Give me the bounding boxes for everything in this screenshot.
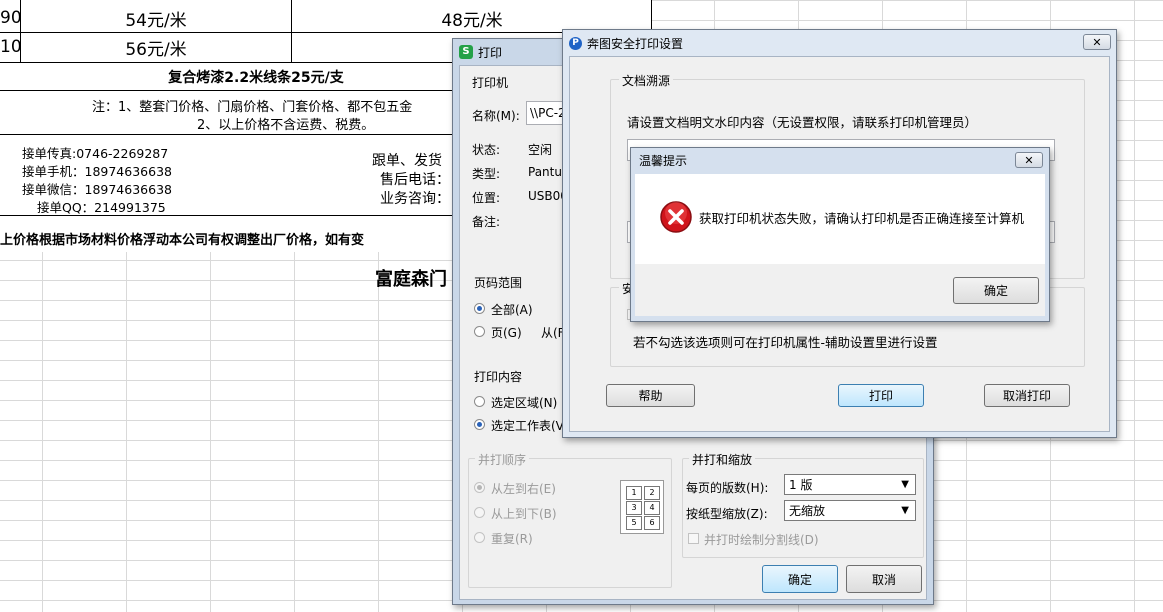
contact-follow: 跟单、发货 — [372, 153, 442, 169]
print-content-group-title: 打印内容 — [474, 370, 523, 384]
contact-business: 业务咨询： — [380, 191, 450, 207]
chevron-down-icon: ▼ — [901, 479, 909, 490]
scale-label: 按纸型缩放(Z): — [686, 507, 768, 521]
order-lr-radio[interactable] — [474, 482, 485, 493]
contact-qq: 接单QQ：214991375 — [37, 200, 166, 215]
alert-message-area: 获取打印机状态失败，请确认打印机是否正确连接至计算机 — [635, 174, 1045, 264]
alert-title: 温馨提示 — [639, 153, 688, 168]
row2-code[interactable]: 10 — [0, 33, 22, 61]
row1-price1[interactable]: 54元/米 — [21, 4, 291, 32]
watermark-prompt: 请设置文档明文水印内容（无设置权限，请联系打印机管理员） — [627, 115, 978, 130]
pages-per-sheet-label: 每页的版数(H): — [686, 481, 769, 495]
note-line-2: 2、以上价格不含运费、税费。 — [197, 118, 375, 133]
order-tb-label[interactable]: 从上到下(B) — [491, 505, 557, 522]
help-button[interactable]: 帮助 — [606, 384, 695, 407]
contact-wechat: 接单微信：18974636638 — [22, 182, 172, 197]
order-repeat-radio[interactable] — [474, 532, 485, 543]
page-order-preview-icon: 1 2 3 4 5 6 — [620, 480, 664, 534]
error-icon — [660, 201, 692, 233]
alert-titlebar[interactable]: 温馨提示 — [631, 148, 1049, 172]
pages-per-sheet-select[interactable]: 1 版 ▼ — [784, 474, 916, 495]
alert-dialog[interactable]: 温馨提示 ✕ 获取打印机状态失败，请确认打印机是否正确连接至计算机 确定 — [630, 147, 1050, 322]
pages-per-sheet-value: 1 版 — [789, 478, 813, 492]
trace-group-title: 文档溯源 — [619, 72, 674, 89]
page-range-pages-radio[interactable] — [474, 326, 485, 337]
company-title: 富庭森门 — [375, 269, 447, 290]
alert-message: 获取打印机状态失败，请确认打印机是否正确连接至计算机 — [699, 211, 1025, 226]
order-digit: 4 — [644, 501, 660, 515]
alert-close-icon[interactable]: ✕ — [1015, 152, 1043, 168]
page-range-all-radio[interactable] — [474, 303, 485, 314]
page-range-all-label[interactable]: 全部(A) — [491, 301, 533, 318]
order-tb-radio[interactable] — [474, 507, 485, 518]
chevron-down-icon: ▼ — [901, 505, 909, 516]
scale-group-title: 并打和缩放 — [689, 451, 756, 468]
order-digit: 5 — [626, 516, 642, 530]
contact-aftersale: 售后电话： — [380, 172, 450, 188]
scale-value: 无缩放 — [789, 504, 826, 518]
type-label: 类型: — [472, 167, 501, 181]
order-repeat-label[interactable]: 重复(R) — [491, 530, 533, 547]
note-line-1: 注：1、整套门价格、门扇价格、门套价格、都不包五金 — [92, 100, 413, 115]
order-group-title: 并打顺序 — [475, 451, 530, 468]
selection-label[interactable]: 选定区域(N) — [491, 394, 557, 411]
secure-print-title: 奔图安全打印设置 — [587, 36, 684, 51]
draw-dividers-checkbox[interactable] — [688, 533, 699, 544]
contact-mobile: 接单手机：18974636638 — [22, 164, 172, 179]
worksheet-label[interactable]: 选定工作表(V) — [491, 417, 569, 434]
page-range-group-title: 页码范围 — [474, 276, 523, 290]
page-range-pages-label[interactable]: 页(G) — [491, 324, 522, 341]
row2-price1[interactable]: 56元/米 — [21, 33, 291, 61]
comment-label: 备注: — [472, 215, 501, 229]
alert-ok-button[interactable]: 确定 — [953, 277, 1039, 304]
print-dialog-title: 打印 — [478, 45, 503, 60]
price-notice: 上价格根据市场材料价格浮动本公司有权调整出厂价格，如有变 — [0, 233, 365, 248]
printer-name-label: 名称(M): — [472, 109, 520, 123]
contact-fax: 接单传真:0746-2269287 — [22, 146, 169, 161]
print-button[interactable]: 打印 — [838, 384, 924, 407]
worksheet-radio[interactable] — [474, 419, 485, 430]
order-lr-label[interactable]: 从左到右(E) — [491, 480, 556, 497]
print-ok-button[interactable]: 确定 — [762, 565, 838, 593]
draw-dividers-label[interactable]: 并打时绘制分割线(D) — [704, 531, 819, 548]
close-icon[interactable]: ✕ — [1083, 34, 1111, 50]
wps-logo-icon: S — [459, 45, 473, 59]
pantum-logo-icon: P — [569, 36, 582, 50]
order-digit: 2 — [644, 486, 660, 500]
row1-code[interactable]: 90 — [0, 4, 22, 32]
printer-group-title: 打印机 — [472, 76, 509, 90]
secure-print-titlebar[interactable]: P 奔图安全打印设置 — [563, 30, 1116, 56]
composite-line-cell[interactable]: 复合烤漆2.2米线条25元/支 — [0, 63, 512, 90]
order-digit: 3 — [626, 501, 642, 515]
selection-radio[interactable] — [474, 396, 485, 407]
safety-hint: 若不勾选该选项则可在打印机属性-辅助设置里进行设置 — [633, 335, 938, 350]
order-digit: 6 — [644, 516, 660, 530]
print-cancel-button[interactable]: 取消 — [846, 565, 922, 593]
scale-select[interactable]: 无缩放 ▼ — [784, 500, 916, 521]
status-value: 空闲 — [528, 143, 553, 157]
location-label: 位置: — [472, 191, 501, 205]
row1-price2[interactable]: 48元/米 — [292, 4, 652, 32]
status-label: 状态: — [472, 143, 501, 157]
cancel-print-button[interactable]: 取消打印 — [984, 384, 1070, 407]
alert-footer: 确定 — [635, 264, 1045, 316]
order-digit: 1 — [626, 486, 642, 500]
